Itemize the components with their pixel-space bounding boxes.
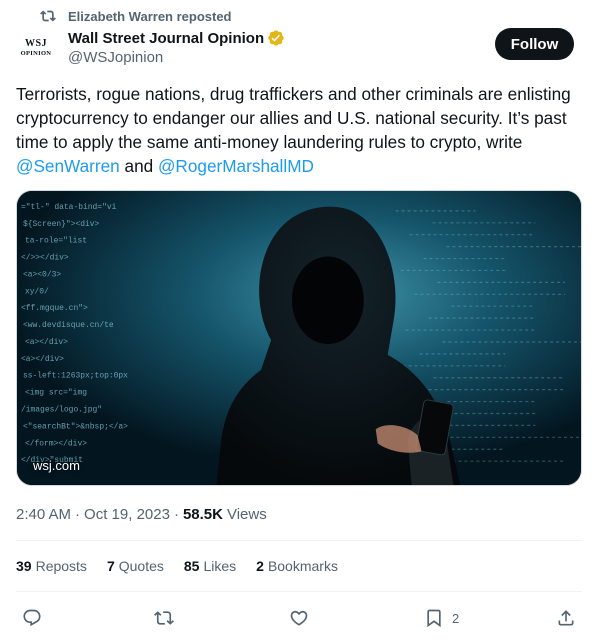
code-line: <ww.devdisque.cn/te — [23, 321, 114, 330]
action-bar: 2 — [16, 604, 582, 632]
follow-button[interactable]: Follow — [495, 28, 574, 60]
repost-icon — [40, 10, 56, 22]
code-line: /images/logo.jpg" — [21, 406, 102, 415]
reposts-count: 39 — [16, 558, 32, 574]
code-line: ta-role="list — [25, 237, 87, 246]
avatar-text-opinion: OPINION — [20, 49, 52, 57]
code-line: <"searchBt">&nbsp;</a> — [23, 422, 128, 431]
divider — [16, 540, 582, 541]
bookmark-icon — [427, 609, 441, 628]
mention-rogermarshallmd[interactable]: @RogerMarshallMD — [158, 156, 314, 176]
reply-icon — [23, 609, 41, 627]
code-line: ss-left:1263px;top:0px — [23, 372, 128, 381]
repost-indicator[interactable]: Elizabeth Warren reposted — [40, 6, 232, 26]
code-line: xy/0/ — [25, 287, 49, 296]
bookmark-button[interactable]: 2 — [424, 606, 459, 630]
code-line: ="tl-" data-bind="vi — [21, 203, 117, 212]
mention-senwarren[interactable]: @SenWarren — [16, 156, 120, 176]
share-icon — [558, 610, 574, 626]
code-line: </>></div> — [21, 254, 69, 263]
likes-count: 85 — [183, 558, 200, 574]
stat-bookmarks[interactable]: 2 Bookmarks — [256, 558, 338, 574]
author-name[interactable]: Wall Street Journal Opinion — [68, 30, 264, 47]
views-count: 58.5K — [182, 505, 223, 523]
meta-separator: · — [75, 505, 81, 523]
link-card-image[interactable]: ="tl-" data-bind="vi ${Screen}"><div> ta-r… — [16, 190, 582, 486]
code-line: ${Screen}"><div> — [23, 220, 100, 229]
repost-button[interactable] — [154, 606, 174, 630]
author-handle[interactable]: @WSJopinion — [68, 49, 285, 66]
tweet-meta: 2:40 AM · Oct 19, 2023 · 58.5K Views — [16, 502, 267, 526]
reposts-label: Reposts — [35, 558, 87, 574]
stat-quotes[interactable]: 7 Quotes — [107, 558, 164, 574]
code-line: <a></div> — [25, 338, 68, 347]
hooded-hacker-image: ="tl-" data-bind="vi ${Screen}"><div> ta-r… — [17, 191, 581, 485]
tweet-text: Terrorists, rogue nations, drug traffick… — [16, 82, 582, 178]
bookmarks-label: Bookmarks — [267, 558, 338, 574]
tweet-text-body: Terrorists, rogue nations, drug traffick… — [16, 84, 571, 152]
repost-icon — [154, 611, 174, 625]
code-line: <img src="img — [25, 389, 87, 398]
link-domain: wsj.com — [33, 458, 80, 473]
avatar-text-wsj: WSJ — [24, 37, 48, 49]
tweet-text-and: and — [119, 156, 158, 176]
reply-button[interactable] — [22, 606, 42, 630]
repost-label: Elizabeth Warren reposted — [68, 8, 232, 24]
code-line: <ff.mgque.cn"> — [21, 304, 88, 313]
stat-likes[interactable]: 85 Likes — [184, 558, 236, 574]
code-line: <a></div> — [21, 355, 64, 364]
heart-icon — [290, 610, 308, 626]
share-button[interactable] — [556, 606, 576, 630]
divider — [16, 591, 582, 592]
avatar[interactable]: WSJ OPINION — [16, 28, 56, 68]
bookmarks-count: 2 — [256, 558, 264, 574]
bookmark-count: 2 — [452, 610, 460, 626]
author-block: Wall Street Journal Opinion @WSJopinion — [68, 28, 285, 66]
tweet-date[interactable]: Oct 19, 2023 — [84, 506, 170, 523]
meta-separator: · — [173, 505, 179, 523]
like-button[interactable] — [289, 606, 309, 630]
likes-label: Likes — [203, 558, 237, 574]
code-line: <a><0/3> — [23, 270, 61, 279]
quotes-label: Quotes — [118, 558, 164, 574]
engagement-stats: 39 Reposts 7 Quotes 85 Likes 2 Bookmarks — [16, 554, 358, 578]
views-label: Views — [226, 505, 267, 523]
tweet-time[interactable]: 2:40 AM — [16, 506, 71, 523]
stat-reposts[interactable]: 39 Reposts — [16, 558, 87, 574]
code-line: </form></div> — [25, 439, 87, 448]
verified-badge-icon[interactable] — [267, 29, 285, 47]
quotes-count: 7 — [106, 558, 115, 574]
